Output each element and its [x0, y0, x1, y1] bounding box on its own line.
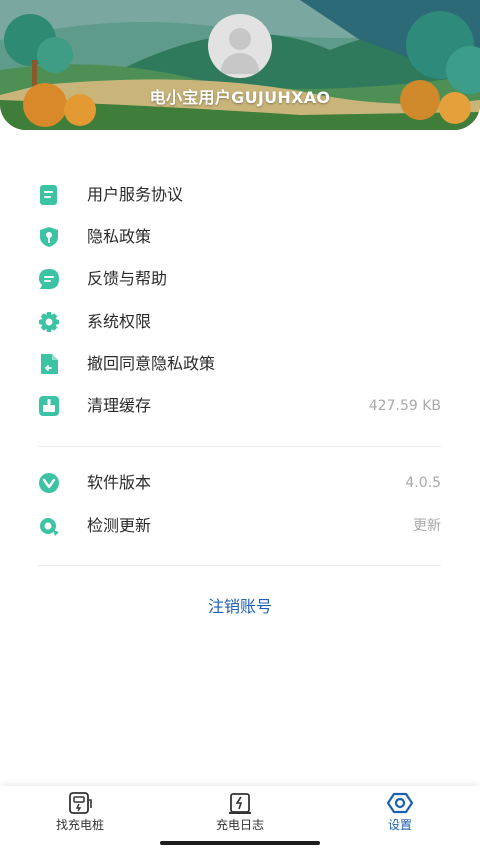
tab-label: 充电日志 [215, 818, 264, 832]
gear-icon [38, 311, 60, 333]
document-icon [38, 184, 60, 206]
menu-item-label: 反馈与帮助 [87, 269, 168, 288]
menu-item-system-permissions[interactable]: 系统权限 [0, 301, 480, 343]
revoke-file-icon [38, 353, 60, 375]
tab-charge-log[interactable]: 充电日志 [160, 786, 320, 846]
version-value: 4.0.5 [405, 475, 441, 491]
menu-item-software-version[interactable]: 软件版本 4.0.5 [0, 462, 480, 504]
privacy-shield-icon [38, 226, 60, 248]
profile-header: 电小宝用户GUJUHXAO [0, 0, 480, 130]
username: 电小宝用户GUJUHXAO [149, 88, 331, 107]
refresh-icon [38, 515, 60, 537]
update-value: 更新 [413, 518, 441, 534]
menu-item-label: 系统权限 [87, 312, 152, 331]
user-avatar-icon [220, 28, 260, 74]
cache-size-value: 427.59 KB [368, 398, 441, 414]
menu-item-label: 检测更新 [87, 516, 152, 535]
version-v-icon [38, 472, 60, 494]
tab-settings[interactable]: 设置 [320, 786, 480, 846]
menu-item-privacy-policy[interactable]: 隐私政策 [0, 216, 480, 258]
divider [38, 446, 441, 447]
menu-item-label: 清理缓存 [87, 396, 152, 415]
divider [38, 565, 441, 566]
menu-item-revoke-privacy[interactable]: 撤回同意隐私政策 [0, 343, 480, 385]
avatar[interactable] [208, 14, 272, 78]
logout-account-button[interactable]: 注销账号 [0, 596, 480, 618]
menu-item-label: 软件版本 [87, 473, 152, 492]
menu-item-clear-cache[interactable]: 清理缓存 427.59 KB [0, 385, 480, 427]
tab-label: 找充电桩 [55, 818, 104, 832]
charger-icon [67, 790, 93, 816]
menu-item-user-agreement[interactable]: 用户服务协议 [0, 174, 480, 216]
chat-bubble-icon [38, 268, 60, 290]
broom-icon [38, 395, 60, 417]
menu-item-feedback-help[interactable]: 反馈与帮助 [0, 258, 480, 300]
menu-item-label: 用户服务协议 [87, 185, 184, 204]
charge-log-icon [227, 790, 253, 816]
settings-hex-icon [386, 790, 414, 816]
home-indicator [160, 841, 320, 845]
menu-item-label: 隐私政策 [87, 227, 152, 246]
menu-item-check-update[interactable]: 检测更新 更新 [0, 505, 480, 547]
tab-find-charger[interactable]: 找充电桩 [0, 786, 160, 846]
tab-label: 设置 [387, 818, 412, 832]
menu-item-label: 撤回同意隐私政策 [87, 354, 216, 373]
